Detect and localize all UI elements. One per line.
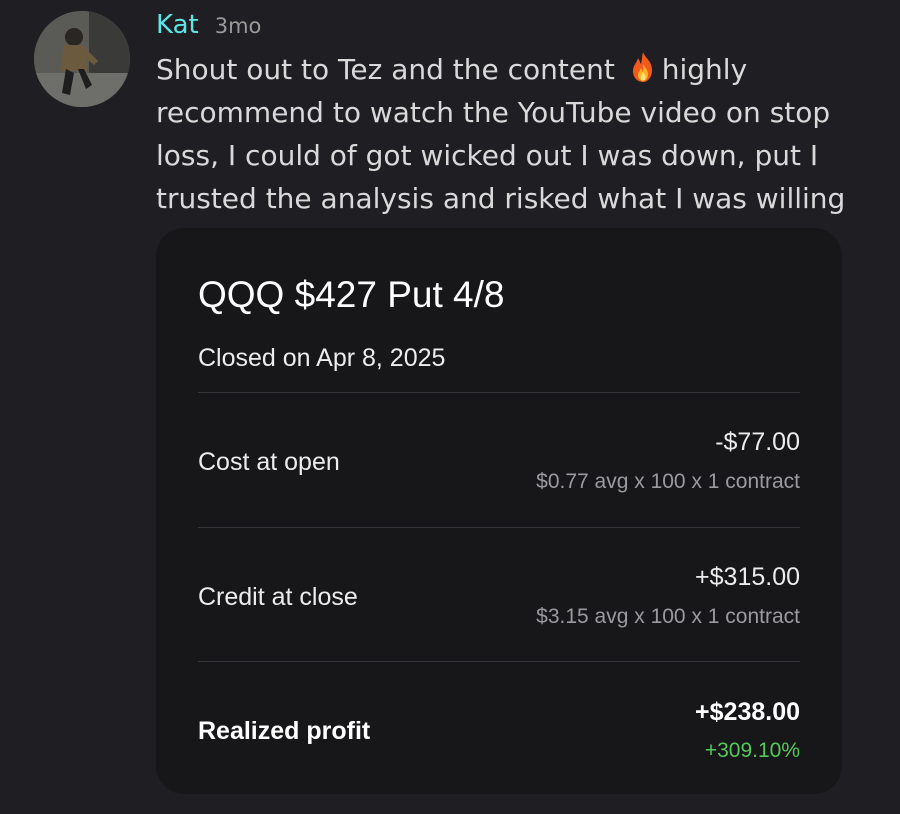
message-text-part1: Shout out to Tez and the content [156, 53, 624, 86]
realized-profit-value: +$238.00 [695, 698, 800, 726]
realized-profit-label: Realized profit [198, 717, 371, 745]
cost-at-open-label: Cost at open [198, 448, 340, 476]
fire-icon [626, 50, 660, 84]
user-avatar[interactable] [34, 11, 130, 107]
username[interactable]: Kat [156, 10, 199, 40]
chat-message: Kat 3mo Shout out to Tez and the content… [0, 0, 900, 814]
credit-at-close-detail: $3.15 avg x 100 x 1 contract [536, 605, 800, 628]
divider [198, 392, 800, 393]
closed-date: Closed on Apr 8, 2025 [198, 344, 446, 372]
timestamp: 3mo [214, 14, 262, 38]
credit-at-close-value: +$315.00 [695, 563, 800, 591]
avatar-photo [34, 11, 130, 107]
cost-at-open-value: -$77.00 [715, 428, 800, 456]
trade-summary-card[interactable]: QQQ $427 Put 4/8 Closed on Apr 8, 2025 C… [156, 228, 842, 794]
realized-profit-percent: +309.10% [704, 739, 800, 762]
message-header: Kat 3mo [156, 10, 261, 46]
cost-at-open-detail: $0.77 avg x 100 x 1 contract [536, 470, 800, 493]
credit-at-close-label: Credit at close [198, 583, 358, 611]
divider [198, 527, 800, 528]
trade-title: QQQ $427 Put 4/8 [198, 274, 505, 315]
divider [198, 661, 800, 662]
message-text: Shout out to Tez and the content highly … [156, 48, 856, 220]
